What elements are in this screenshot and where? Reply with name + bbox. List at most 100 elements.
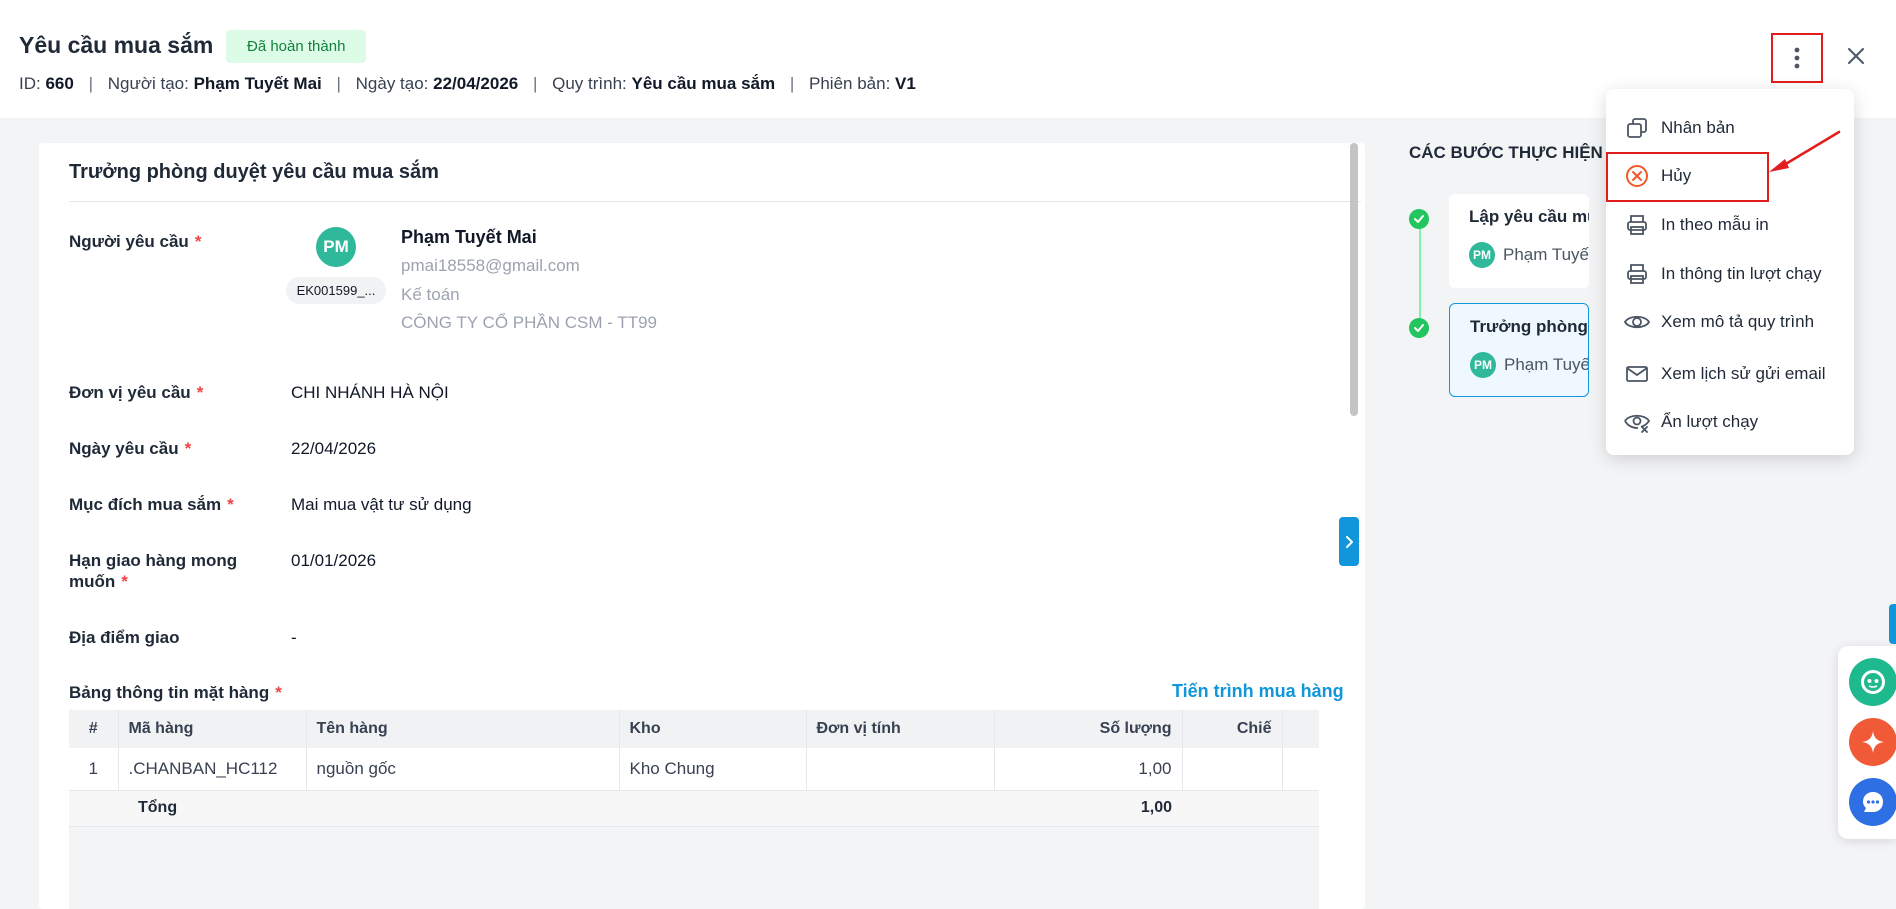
menu-item-hide-run[interactable]: Ẩn lượt chạy <box>1606 399 1854 445</box>
expand-panel-button[interactable] <box>1339 517 1359 566</box>
purpose-value: Mai mua vật tư sử dụng <box>291 495 472 514</box>
check-icon <box>1414 324 1424 332</box>
menu-item-email-history[interactable]: Xem lịch sử gửi email <box>1606 351 1854 397</box>
step-card[interactable]: Lập yêu cầu mua PM Phạm Tuyết M <box>1449 194 1589 288</box>
required-mark: * <box>196 383 204 402</box>
required-mark: * <box>194 232 202 251</box>
process-label: Quy trình: <box>552 74 627 93</box>
deadline-label: Hạn giao hàng mong muốn * <box>69 551 238 591</box>
date-label: Ngày yêu cầu * <box>69 439 192 458</box>
requester-department: Kế toán <box>401 285 460 304</box>
eye-icon <box>1624 309 1650 335</box>
avatar: PM <box>316 227 356 267</box>
created-date-label: Ngày tạo: <box>355 74 429 93</box>
chevron-right-icon <box>1346 535 1353 548</box>
meta-separator: | <box>789 74 795 93</box>
step-card-active[interactable]: Trưởng phòng duy PM Phạm Tuyết M <box>1449 303 1589 397</box>
table-cell <box>1182 748 1283 791</box>
edge-tab[interactable] <box>1889 604 1896 644</box>
version-label: Phiên bản: <box>809 74 891 93</box>
step-user-name: Phạm Tuyết M <box>1504 355 1588 374</box>
table-header-row: # Mã hàng Tên hàng Kho Đơn vị tính Số lư… <box>69 710 1319 748</box>
form-card: Trưởng phòng duyệt yêu cầu mua sắm Người… <box>39 143 1365 909</box>
requester-company: CÔNG TY CỔ PHẦN CSM - TT99 <box>401 313 657 332</box>
unit-label: Đơn vị yêu cầu * <box>69 383 204 402</box>
menu-item-label: Hủy <box>1661 166 1692 185</box>
column-header: Tên hàng <box>306 710 620 748</box>
purpose-label: Mục đích mua sắm * <box>69 495 234 514</box>
column-header: Kho <box>619 710 807 748</box>
total-quantity: 1,00 <box>994 790 1182 827</box>
table-cell <box>1282 790 1319 827</box>
required-mark: * <box>184 439 192 458</box>
divider <box>69 201 1361 202</box>
table-cell <box>1282 748 1319 791</box>
meta-separator: | <box>336 74 341 93</box>
id-value: 660 <box>45 74 74 93</box>
step-user: PM Phạm Tuyết M <box>1469 242 1589 268</box>
meta-separator: | <box>88 74 93 93</box>
chatbot-button[interactable] <box>1849 658 1896 706</box>
ai-sparkle-icon <box>1862 731 1884 753</box>
menu-item-label: Xem lịch sử gửi email <box>1661 364 1826 383</box>
table-cell: 1,00 <box>994 748 1183 791</box>
table-cell <box>806 790 994 827</box>
table-row[interactable]: 1 .CHANBAN_HC112 nguồn gốc Kho Chung 1,0… <box>69 748 1319 791</box>
ai-assistant-button[interactable] <box>1849 718 1896 766</box>
floating-action-bar <box>1838 646 1896 839</box>
step-title: Lập yêu cầu mua <box>1469 207 1589 226</box>
required-mark: * <box>121 572 128 591</box>
menu-item-cancel[interactable]: Hủy <box>1606 153 1854 199</box>
items-label: Bảng thông tin mặt hàng * <box>69 683 282 702</box>
unit-value: CHI NHÁNH HÀ NỘI <box>291 383 449 402</box>
requester-name: Phạm Tuyết Mai <box>401 227 537 247</box>
eye-hide-icon <box>1624 409 1650 435</box>
table-cell: nguồn gốc <box>306 748 620 791</box>
created-date-value: 22/04/2026 <box>433 74 519 93</box>
total-label: Tổng <box>118 790 306 827</box>
table-cell: .CHANBAN_HC112 <box>118 748 307 791</box>
menu-item-print-template[interactable]: In theo mẫu in <box>1606 202 1854 248</box>
items-table-container[interactable]: # Mã hàng Tên hàng Kho Đơn vị tính Số lư… <box>69 710 1319 909</box>
more-vertical-icon <box>1794 47 1800 69</box>
close-icon <box>1848 48 1864 64</box>
requester-email: pmai18558@gmail.com <box>401 256 580 275</box>
version-value: V1 <box>895 74 916 93</box>
table-cell: 1 <box>69 748 119 791</box>
requester-label: Người yêu cầu * <box>69 232 202 251</box>
chatbot-icon <box>1861 670 1885 694</box>
avatar: PM <box>1469 242 1495 268</box>
check-icon <box>1414 215 1424 223</box>
table-cell <box>1182 790 1282 827</box>
form-scrollbar[interactable] <box>1350 143 1358 416</box>
timeline-line <box>1419 228 1421 326</box>
menu-item-view-process[interactable]: Xem mô tả quy trình <box>1606 299 1854 345</box>
more-options-button[interactable] <box>1771 33 1823 83</box>
menu-item-duplicate[interactable]: Nhân bản <box>1606 105 1854 151</box>
location-label: Địa điểm giao <box>69 628 180 647</box>
deadline-value: 01/01/2026 <box>291 551 377 570</box>
table-cell <box>306 790 619 827</box>
table-cell <box>619 790 806 827</box>
chat-button[interactable] <box>1849 778 1896 826</box>
column-header-empty <box>1282 710 1319 748</box>
column-header: Số lượng <box>994 710 1183 748</box>
table-total-row: Tổng 1,00 <box>69 790 1319 827</box>
more-options-menu: Nhân bản Hủy In theo mẫu in In thông tin… <box>1606 89 1854 455</box>
cancel-circle-icon <box>1624 163 1650 189</box>
menu-item-label: Xem mô tả quy trình <box>1661 312 1815 331</box>
steps-title: CÁC BƯỚC THỰC HIỆN <box>1409 143 1603 162</box>
close-button[interactable] <box>1838 38 1874 74</box>
employee-code-chip: EK001599_... <box>286 277 386 304</box>
date-value: 22/04/2026 <box>291 439 377 458</box>
table-cell <box>69 790 118 827</box>
purchase-progress-link[interactable]: Tiến trình mua hàng <box>1172 681 1344 702</box>
column-header: # <box>69 710 119 748</box>
process-value: Yêu cầu mua sắm <box>631 74 776 93</box>
required-mark: * <box>227 495 234 514</box>
printer-icon <box>1624 212 1650 238</box>
status-badge: Đã hoàn thành <box>226 30 367 63</box>
id-label: ID: <box>19 74 41 93</box>
menu-item-label: In thông tin lượt chạy <box>1661 264 1822 283</box>
menu-item-print-run[interactable]: In thông tin lượt chạy <box>1606 251 1854 297</box>
